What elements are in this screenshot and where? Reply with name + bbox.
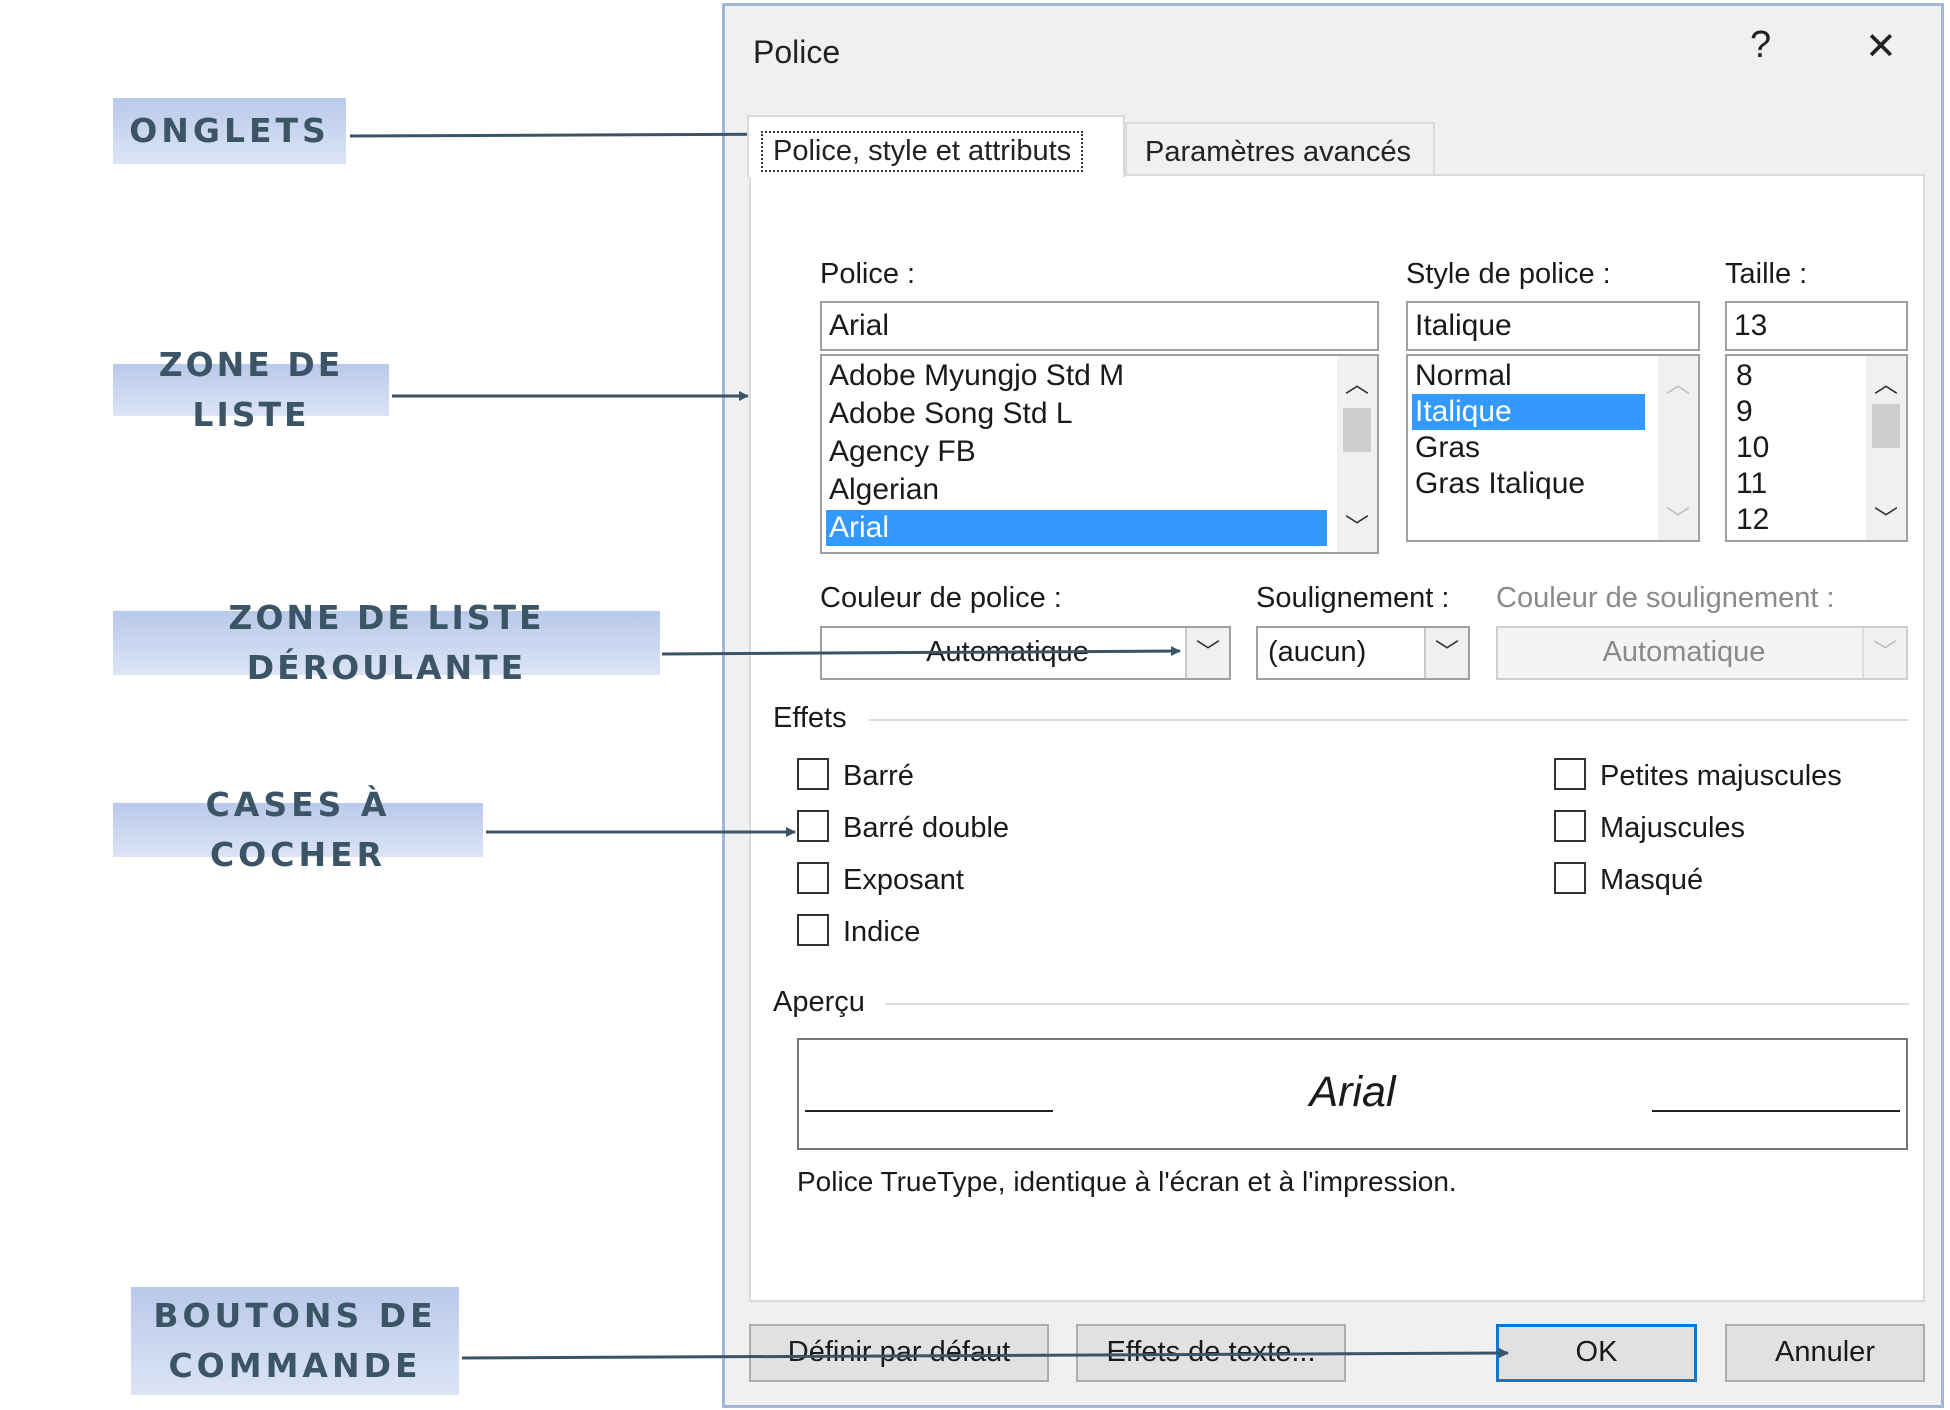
arrow-boutons bbox=[461, 1348, 1509, 1360]
callout-arrows bbox=[349, 129, 1509, 1360]
tab-police-style-attributs[interactable]: Police, style et attributs bbox=[747, 115, 1125, 177]
tab-police-label: Police, style et attributs bbox=[761, 131, 1084, 172]
arrow-zone-liste-deroulante bbox=[661, 646, 1181, 657]
